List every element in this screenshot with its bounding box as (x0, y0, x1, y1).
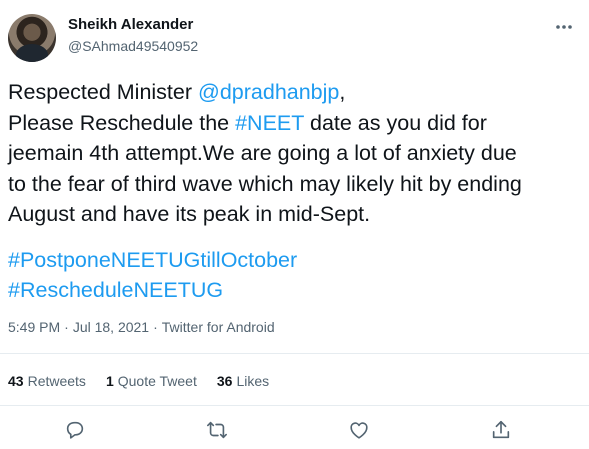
retweets-stat[interactable]: 43 Retweets (8, 373, 86, 389)
tweet-time[interactable]: 5:49 PM (8, 319, 60, 335)
reply-button[interactable] (61, 416, 89, 444)
hashtag-reschedule-link[interactable]: #RescheduleNEETUG (8, 275, 297, 305)
retweet-button[interactable] (203, 416, 231, 444)
more-button[interactable] (549, 12, 579, 42)
share-icon (492, 420, 510, 439)
engagement-stats: 43 Retweets 1 Quote Tweet 36 Likes (8, 373, 269, 389)
tweet-metadata: 5:49 PM · Jul 18, 2021 · Twitter for And… (8, 319, 275, 335)
author-name[interactable]: Sheikh Alexander (68, 16, 193, 33)
more-dots-icon (556, 25, 572, 29)
tweet-date[interactable]: Jul 18, 2021 (73, 319, 149, 335)
avatar[interactable] (8, 14, 56, 62)
meta-separator: · (64, 319, 69, 335)
hashtag-list: #PostponeNEETUGtillOctober #RescheduleNE… (8, 245, 297, 305)
divider (0, 405, 589, 406)
likes-label: Likes (236, 373, 270, 389)
share-button[interactable] (487, 416, 515, 444)
tweet-source[interactable]: Twitter for Android (162, 319, 275, 335)
like-button[interactable] (345, 416, 373, 444)
quote-tweets-label: Quote Tweet (117, 373, 197, 389)
tweet-header: Sheikh Alexander @SAhmad49540952 (8, 10, 581, 64)
hashtag-neet-link[interactable]: #NEET (235, 111, 304, 135)
meta-separator: · (153, 319, 158, 335)
action-bar (0, 416, 589, 444)
divider (0, 353, 589, 354)
retweet-icon (207, 421, 227, 439)
tweet-text: Respected Minister @dpradhanbjp, Please … (8, 77, 583, 230)
retweets-label: Retweets (27, 373, 86, 389)
retweets-count: 43 (8, 373, 24, 389)
author-handle[interactable]: @SAhmad49540952 (68, 38, 198, 54)
likes-count: 36 (216, 373, 233, 389)
quote-tweets-stat[interactable]: 1 Quote Tweet (106, 373, 197, 389)
likes-stat[interactable]: 36 Likes (217, 373, 269, 389)
reply-icon (66, 421, 84, 439)
quote-tweets-count: 1 (105, 373, 114, 389)
heart-icon (350, 422, 368, 439)
mention-link[interactable]: @dpradhanbjp (198, 80, 339, 104)
hashtag-postpone-link[interactable]: #PostponeNEETUGtillOctober (8, 245, 297, 275)
tweet-text-intro: Respected Minister (8, 80, 198, 104)
